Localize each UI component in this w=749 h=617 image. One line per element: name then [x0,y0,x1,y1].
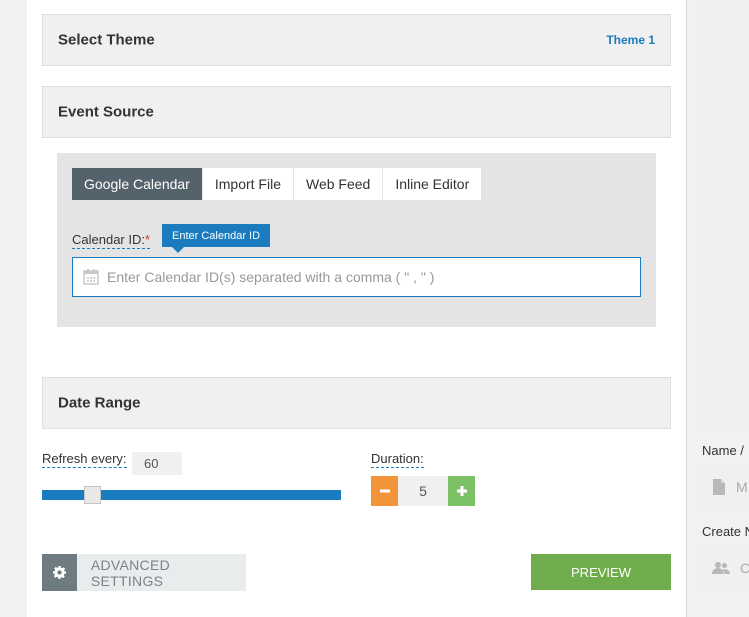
date-range-title: Date Range [58,394,141,412]
select-theme-title: Select Theme [58,31,155,49]
gear-icon-box [42,554,77,591]
calendar-id-field[interactable] [72,257,641,297]
side-create-label: Create N [702,524,749,539]
users-icon [712,562,730,574]
plus-icon [456,486,467,496]
event-source-title: Event Source [58,103,154,121]
refresh-slider-handle[interactable] [84,486,101,504]
duration-decrement-button[interactable] [371,476,398,506]
side-create-placeholder: Cr [740,560,749,576]
tab-inline-editor[interactable]: Inline Editor [383,168,483,200]
date-range-section: Date Range [42,377,671,429]
refresh-value[interactable]: 60 [132,452,182,475]
tab-web-feed[interactable]: Web Feed [293,168,384,200]
minus-icon [379,489,390,493]
refresh-every-label: Refresh every: [42,451,127,468]
side-create-input[interactable]: Cr [702,548,749,588]
duration-label: Duration: [371,451,424,468]
calendar-id-tooltip: Enter Calendar ID [162,224,271,253]
side-name-input[interactable]: M [702,467,749,507]
duration-value[interactable]: 5 [398,476,448,506]
calendar-id-label-text: Calendar ID: [72,232,145,247]
tab-google-calendar[interactable]: Google Calendar [72,168,203,200]
side-name-placeholder: M [736,479,748,495]
preview-button[interactable]: PREVIEW [531,554,671,590]
calendar-icon [83,269,99,285]
tab-import-file[interactable]: Import File [202,168,294,200]
side-preview-panel [702,0,749,426]
advanced-settings-label: ADVANCED SETTINGS [90,556,171,589]
select-theme-section[interactable]: Select Theme Theme 1 [42,14,671,66]
calendar-id-label: Calendar ID:* [72,232,151,249]
selected-theme-value[interactable]: Theme 1 [606,33,655,47]
required-mark: * [144,232,151,247]
file-icon [713,479,725,495]
event-source-section: Event Source [42,86,671,138]
gear-icon [52,566,66,579]
calendar-id-input[interactable] [107,269,640,285]
source-tabs: Google Calendar Import File Web Feed Inl… [72,168,483,200]
duration-increment-button[interactable] [448,476,475,506]
event-source-box: Google Calendar Import File Web Feed Inl… [57,153,656,327]
advanced-settings-button[interactable]: ADVANCED SETTINGS [42,554,246,591]
side-name-label: Name / [702,443,744,458]
